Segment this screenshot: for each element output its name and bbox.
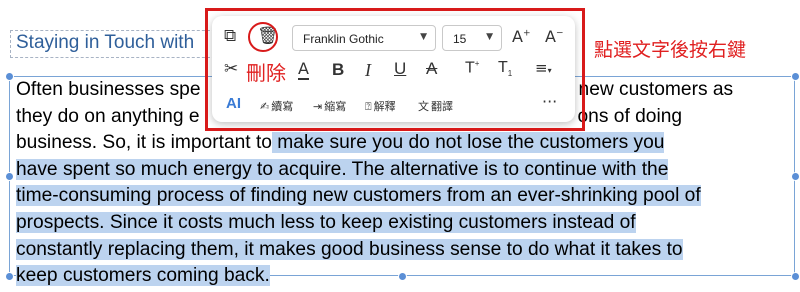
font-size-value: 15 [453, 32, 467, 46]
ai-continue-button[interactable]: ✍ 續寫 [260, 98, 293, 114]
pen-icon: ✍ [260, 100, 270, 113]
ai-translate-label: 翻譯 [431, 100, 453, 113]
scissors-icon[interactable]: ✂ [224, 61, 238, 78]
body-text-unselected: business. So, it is important to [16, 132, 272, 154]
subscript-icon[interactable]: T1 [498, 59, 512, 78]
underline-button[interactable]: U [394, 60, 406, 77]
bold-button[interactable]: B [332, 61, 344, 78]
chevron-down-icon: ▼ [420, 32, 427, 42]
resize-handle-tl[interactable] [5, 72, 14, 81]
body-line[interactable]: prospects. Since it costs much less to k… [16, 210, 786, 237]
copy-icon[interactable]: ⧉ [224, 28, 236, 45]
body-line[interactable]: time-consuming process of finding new cu… [16, 183, 786, 210]
ai-icon[interactable]: AI [226, 96, 241, 111]
slide-title[interactable]: Staying in Touch with [16, 32, 194, 54]
resize-handle-mr[interactable] [791, 172, 800, 181]
shorten-icon: ⇥ [313, 100, 323, 113]
ai-continue-label: 續寫 [271, 100, 294, 113]
body-text-selected: keep customers coming back. [16, 265, 270, 287]
body-text-selected: time-consuming process of finding new cu… [16, 185, 701, 207]
body-text-unselected: Often businesses spe [16, 79, 201, 100]
delete-annotation: 刪除 [246, 61, 286, 85]
ai-explain-button[interactable]: ⍰ 解釋 [365, 98, 396, 114]
ai-explain-label: 解釋 [373, 100, 396, 113]
chevron-down-icon: ▼ [486, 32, 493, 42]
ai-shorten-label: 縮寫 [324, 100, 347, 113]
instruction-annotation: 點選文字後按右鍵 [594, 39, 747, 61]
resize-handle-br[interactable] [791, 272, 800, 281]
body-line[interactable]: have spent so much energy to acquire. Th… [16, 157, 786, 184]
resize-handle-ml[interactable] [5, 172, 14, 181]
body-line[interactable]: keep customers coming back. [16, 263, 786, 290]
body-text-unselected: new customers as [578, 79, 734, 100]
body-line[interactable]: constantly replacing them, it makes good… [16, 237, 786, 264]
body-text-selected: prospects. Since it costs much less to k… [16, 211, 636, 233]
body-line[interactable]: business. So, it is important to make su… [16, 130, 786, 157]
resize-handle-bl[interactable] [5, 272, 14, 281]
font-name-value: Franklin Gothic [303, 32, 384, 46]
translate-icon: 文 [418, 100, 429, 113]
delete-highlight-circle [248, 22, 278, 52]
body-text-unselected: ons of doing [577, 105, 683, 127]
strikethrough-button[interactable]: A [426, 60, 437, 77]
italic-button[interactable]: I [365, 61, 371, 79]
superscript-icon[interactable]: T+ [465, 60, 479, 76]
body-text-selected: make sure you do not lose the customers … [271, 132, 665, 154]
explain-icon: ⍰ [365, 100, 372, 113]
body-text-selected: constantly replacing them, it makes good… [16, 238, 683, 260]
resize-handle-tr[interactable] [791, 72, 800, 81]
grow-font-icon[interactable]: A+ [512, 29, 531, 45]
align-icon[interactable]: ≡▾ [535, 61, 552, 76]
body-text-unselected: they do on anything e [16, 105, 200, 127]
shrink-font-icon[interactable]: A− [545, 29, 564, 45]
ai-translate-button[interactable]: 文翻譯 [418, 98, 453, 114]
ai-shorten-button[interactable]: ⇥ 縮寫 [313, 98, 346, 114]
font-size-dropdown[interactable]: 15 ▼ [442, 25, 502, 51]
font-color-icon[interactable]: A [298, 59, 309, 80]
font-name-dropdown[interactable]: Franklin Gothic ▼ [292, 25, 436, 51]
body-text-selected: have spent so much energy to acquire. Th… [16, 158, 669, 180]
more-options-icon[interactable]: ··· [542, 94, 557, 110]
